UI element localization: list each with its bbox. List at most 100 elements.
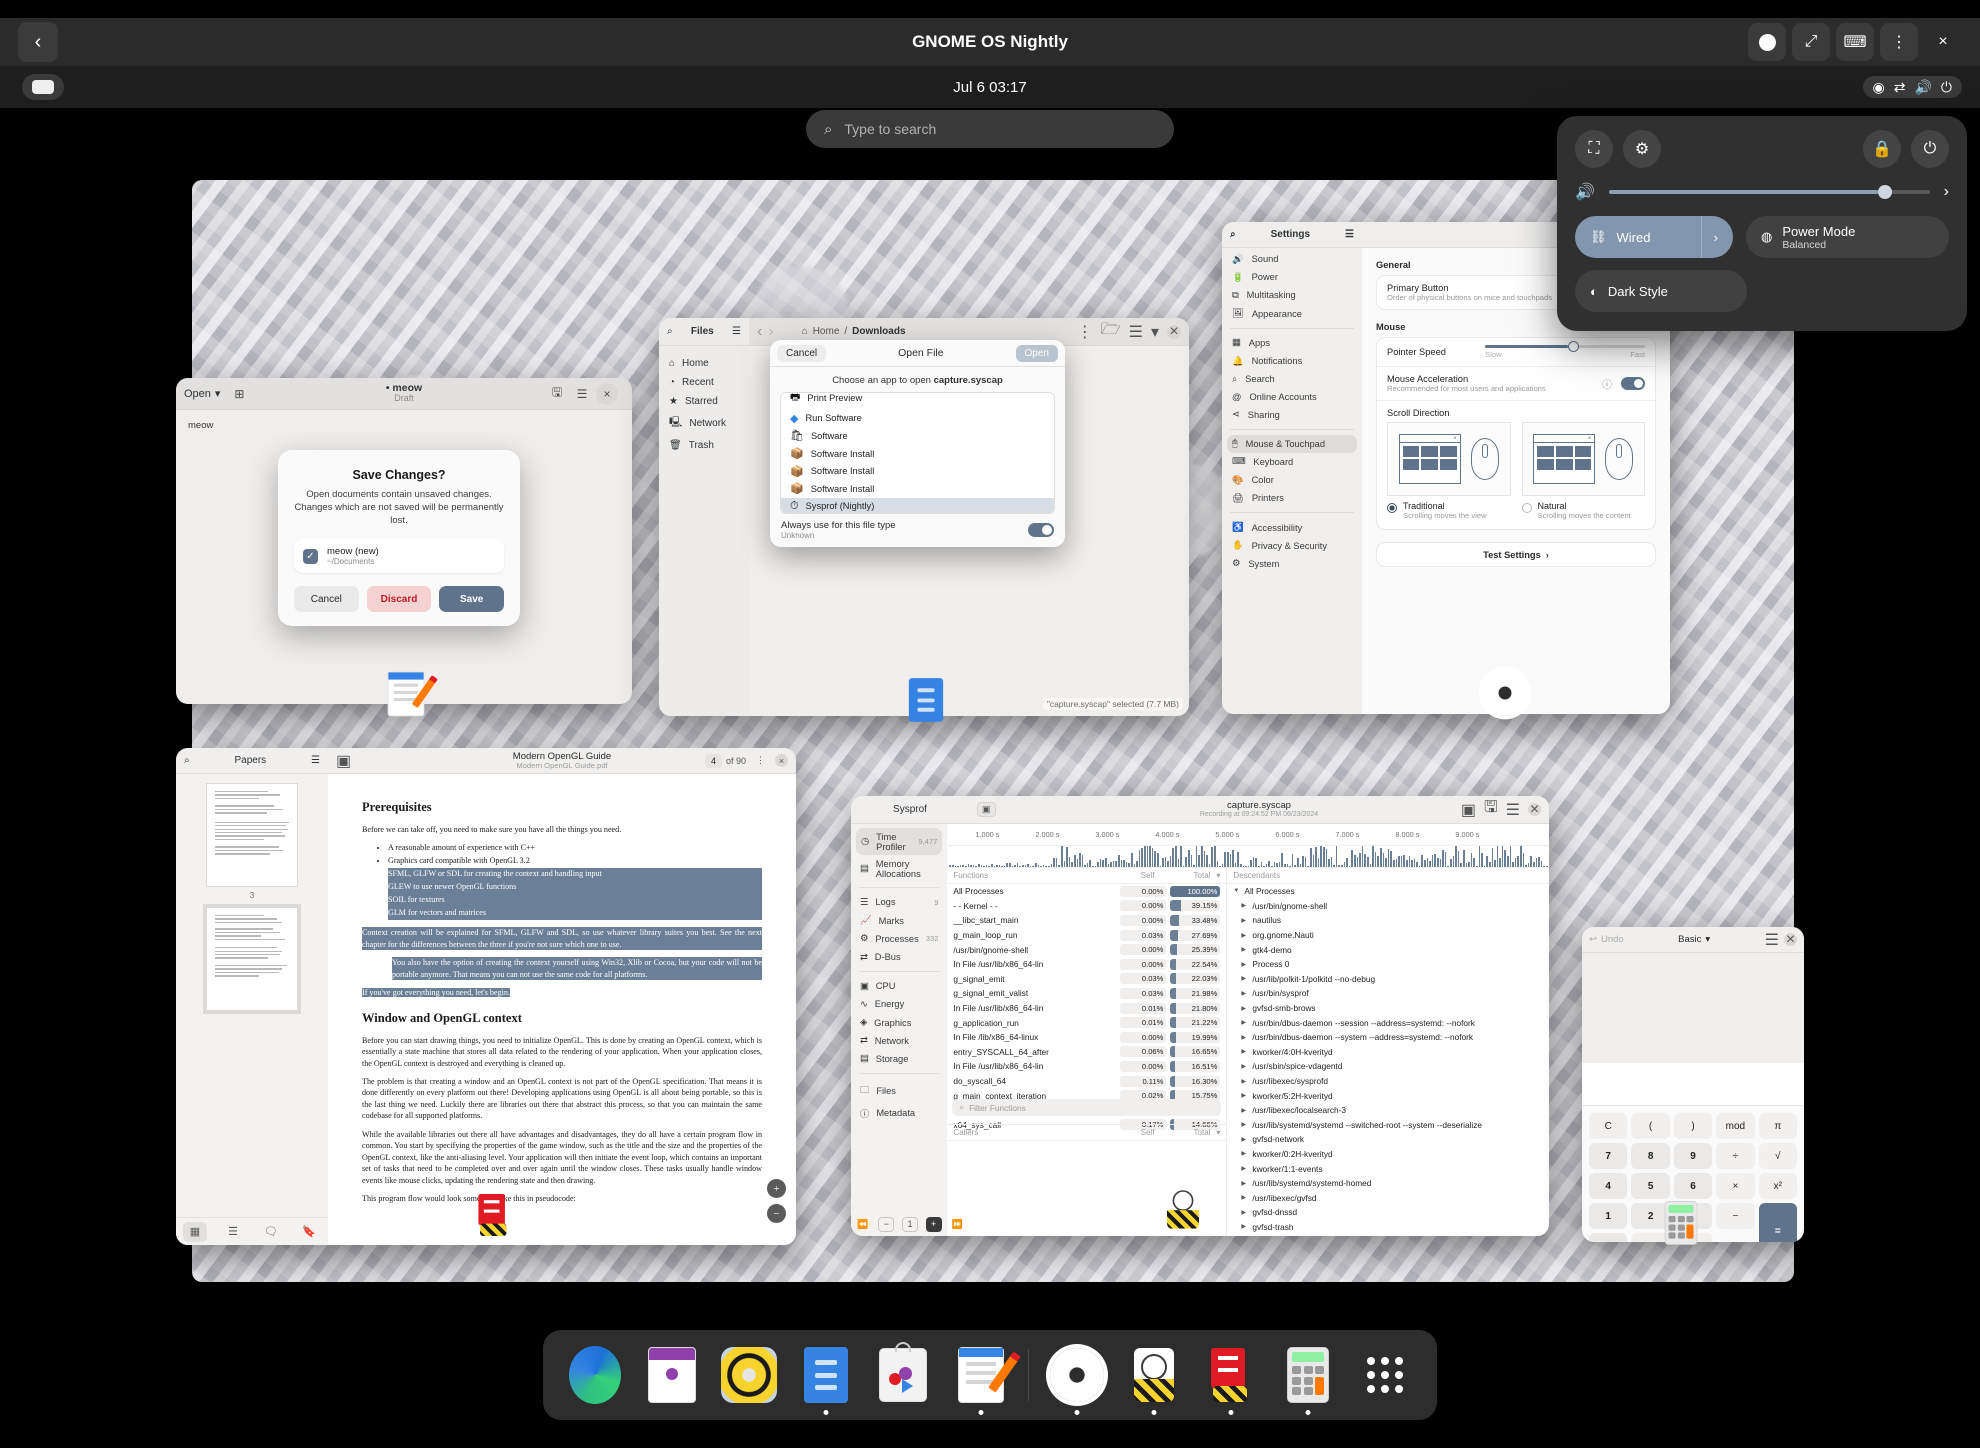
hamburger-icon[interactable]: ☰: [1765, 930, 1779, 950]
calc-key-[interactable]: ÷: [1716, 1143, 1754, 1169]
expander-icon[interactable]: ▶: [1241, 990, 1248, 997]
hamburger-icon[interactable]: ☰: [1506, 800, 1520, 820]
expander-icon[interactable]: ▶: [1241, 1223, 1248, 1230]
expander-icon[interactable]: ▶: [1241, 1063, 1248, 1070]
table-row[interactable]: In File /usr/lib/x86_64-lin0.00%16.51%: [947, 1059, 1226, 1074]
calc-key-[interactable]: −: [1716, 1203, 1754, 1229]
power-button[interactable]: ⏻: [1911, 130, 1949, 168]
expander-icon[interactable]: ▶: [1241, 975, 1248, 982]
table-row[interactable]: All Processes0.00%100.00%: [947, 884, 1226, 899]
app-list-item[interactable]: 📦Software Install: [781, 462, 1054, 480]
system-status-area[interactable]: ◉ ⇄ 🔊 ⏻: [1863, 76, 1962, 98]
undo-button[interactable]: ↩Undo: [1589, 934, 1624, 945]
calc-key-[interactable]: ): [1674, 1113, 1712, 1139]
always-use-row[interactable]: Always use for this file type Unknown: [770, 514, 1065, 540]
record-button[interactable]: [1748, 23, 1786, 61]
volume-icon[interactable]: 🔊: [1575, 182, 1595, 202]
table-row[interactable]: In File /usr/lib/x86_64-lin0.01%21.80%: [947, 1001, 1226, 1016]
expander-icon[interactable]: ▶: [1241, 1034, 1248, 1041]
sidebar-item-processes[interactable]: ⚙Processes332: [851, 930, 947, 948]
calc-key-[interactable]: (: [1631, 1113, 1669, 1139]
table-row[interactable]: In File /lib/x86_64-linux0.00%19.99%: [947, 1030, 1226, 1045]
sidebar-item-starred[interactable]: ★Starred: [659, 392, 749, 411]
close-icon[interactable]: ×: [1167, 325, 1181, 339]
save-icon-button[interactable]: 🖫: [546, 383, 568, 405]
table-row[interactable]: ▶kworker/5:2H-kverityd(389)0.00%0.75%71: [1227, 1088, 1549, 1103]
export-icon[interactable]: 🖫: [1484, 796, 1498, 823]
new-folder-icon[interactable]: 🗁: [1101, 318, 1121, 345]
sidebar-item-apps[interactable]: ▦Apps: [1222, 334, 1362, 352]
dock-item-calendar[interactable]: [642, 1344, 701, 1406]
sidebar-item-storage[interactable]: ▤Storage: [851, 1050, 947, 1068]
clock[interactable]: Jul 6 03:17: [0, 79, 1980, 96]
mouse-accel-toggle[interactable]: [1621, 377, 1645, 390]
sidebar-item-cpu[interactable]: ▣CPU: [851, 977, 947, 995]
dock-item-software[interactable]: [874, 1344, 933, 1406]
app-list-item[interactable]: 📦Software Install: [781, 445, 1054, 463]
cancel-button[interactable]: Cancel: [294, 586, 359, 612]
close-icon[interactable]: ×: [1528, 803, 1541, 816]
table-row[interactable]: - - Kernel - -0.00%39.15%: [947, 899, 1226, 914]
sidebar-item-printers[interactable]: 🖨Printers: [1222, 489, 1362, 507]
table-row[interactable]: entry_SYSCALL_64_after0.06%16.65%: [947, 1045, 1226, 1060]
thumbnails-view-button[interactable]: ▦: [183, 1222, 207, 1242]
expander-icon[interactable]: ▶: [1241, 946, 1248, 953]
table-row[interactable]: ▶kworker/1:1-events(74)0.00%0.58%55: [1227, 1161, 1549, 1176]
table-row[interactable]: ▶/usr/lib/systemd/systemd --switched-roo…: [1227, 1118, 1549, 1133]
always-use-toggle[interactable]: [1028, 523, 1054, 537]
panel-toggle-icon[interactable]: ▣: [1461, 800, 1476, 820]
save-button[interactable]: Save: [439, 586, 504, 612]
calc-key-[interactable]: ×: [1716, 1173, 1754, 1199]
dock-item-text-editor[interactable]: [951, 1344, 1010, 1406]
expander-icon[interactable]: ▶: [1241, 1092, 1248, 1099]
mode-selector[interactable]: Basic▾: [1678, 934, 1710, 945]
document-checkbox-row[interactable]: ✓ meow (new) ~/Documents: [294, 539, 504, 573]
expander-icon[interactable]: ▶: [1241, 961, 1248, 968]
calc-key-7[interactable]: 7: [1589, 1143, 1627, 1169]
calc-key-9[interactable]: 9: [1674, 1143, 1712, 1169]
annotations-view-button[interactable]: 🗨: [259, 1222, 283, 1242]
expander-icon[interactable]: ▶: [1241, 1048, 1248, 1055]
sort-icon[interactable]: ▾: [1210, 871, 1220, 880]
table-row[interactable]: ▶gvfsd-dnssd(2482)0.00%0.47%45: [1227, 1205, 1549, 1220]
close-icon[interactable]: ×: [1784, 933, 1797, 946]
kebab-menu-icon[interactable]: ⋮: [756, 755, 765, 766]
expander-icon[interactable]: ▶: [1241, 902, 1248, 909]
settings-button[interactable]: ⚙: [1623, 130, 1661, 168]
functions-list[interactable]: All Processes0.00%100.00%- - Kernel - -0…: [947, 884, 1226, 1132]
calc-key-4[interactable]: 4: [1589, 1173, 1627, 1199]
table-row[interactable]: ▶kworker/4:0H-kverityd(32)0.00%1.20%114: [1227, 1045, 1549, 1060]
toggle-sidebar-icon[interactable]: ▣: [977, 802, 996, 817]
expander-icon[interactable]: ▶: [1241, 1180, 1248, 1187]
expander-icon[interactable]: ▶: [1241, 917, 1248, 924]
table-row[interactable]: ▶nautilus(2370)0.00%15.46%1465: [1227, 913, 1549, 928]
main-menu-button[interactable]: ☰: [571, 383, 593, 405]
zoom-out-button[interactable]: −: [878, 1217, 894, 1232]
calc-key-mod[interactable]: mod: [1716, 1113, 1754, 1139]
keyboard-button[interactable]: ⌨: [1836, 23, 1874, 61]
table-row[interactable]: In File /usr/lib/x86_64-lin0.00%22.54%: [947, 957, 1226, 972]
lock-button[interactable]: 🔒: [1863, 130, 1901, 168]
app-list-item-selected[interactable]: ⏱Sysprof (Nightly): [781, 498, 1054, 514]
table-row[interactable]: ▶/usr/libexec/gvfsd(1390)0.00%0.53%50: [1227, 1190, 1549, 1205]
dock-item-web[interactable]: [565, 1344, 624, 1406]
new-document-button[interactable]: ⊞: [228, 383, 250, 405]
close-window-button[interactable]: ×: [596, 383, 618, 405]
sidebar-item-system[interactable]: ⚙System: [1222, 555, 1362, 573]
app-list-item[interactable]: 🛍Software: [781, 427, 1054, 445]
table-row[interactable]: g_main_loop_run0.03%27.69%: [947, 928, 1226, 943]
sidebar-item-sound[interactable]: 🔊Sound: [1222, 250, 1362, 268]
search-icon[interactable]: ⌕: [184, 755, 190, 766]
hamburger-icon[interactable]: ☰: [732, 326, 741, 337]
table-row[interactable]: ▶/usr/libexec/localsearch-3(1428)0.00%0.…: [1227, 1103, 1549, 1118]
table-row[interactable]: __libc_start_main0.00%33.48%: [947, 913, 1226, 928]
expander-icon[interactable]: ▶: [1241, 1121, 1248, 1128]
table-row[interactable]: ▶gtk4-demo(2524)0.00%9.45%896: [1227, 942, 1549, 957]
expander-icon[interactable]: ▶: [1241, 1005, 1248, 1012]
sidebar-item-mouse-touchpad[interactable]: 🖱Mouse & Touchpad: [1227, 435, 1357, 453]
table-row[interactable]: ▶Process 0(0)0.00%8.62%817: [1227, 957, 1549, 972]
table-row[interactable]: ▶/usr/lib/polkit-1/polkitd --no-debug(61…: [1227, 972, 1549, 987]
toggle-sidebar-icon[interactable]: ▣: [336, 751, 351, 771]
chevron-down-icon[interactable]: ▾: [1151, 322, 1159, 342]
calc-key-C[interactable]: C: [1589, 1113, 1627, 1139]
